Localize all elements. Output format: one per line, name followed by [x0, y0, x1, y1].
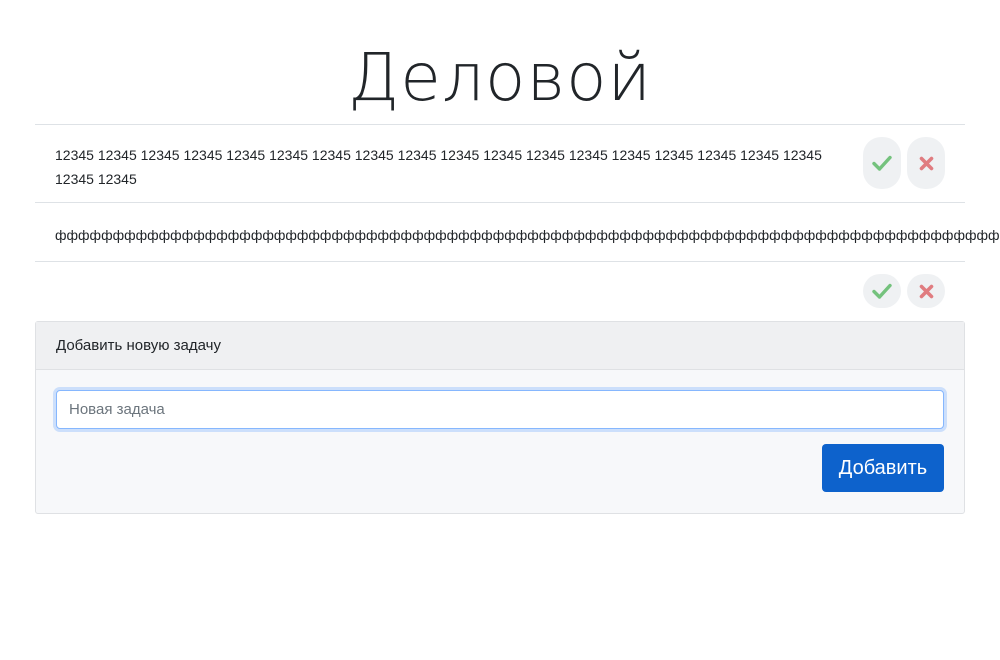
add-task-button[interactable]: Добавить — [822, 444, 944, 492]
task-actions — [863, 137, 945, 189]
page-title: Деловой — [348, 39, 652, 116]
list-item: 12345 12345 12345 12345 12345 12345 1234… — [35, 125, 965, 203]
delete-task-button[interactable] — [907, 137, 945, 189]
task-text: фффффффффффффффффффффффффффффффффффффффф… — [55, 227, 1000, 243]
add-task-card: Добавить новую задачу Добавить — [35, 321, 965, 514]
task-text: 12345 12345 12345 12345 12345 12345 1234… — [55, 147, 822, 187]
new-task-input[interactable] — [56, 390, 944, 429]
check-icon — [872, 155, 892, 171]
list-item: фффффффффффффффффффффффффффффффффффффффф… — [35, 203, 1000, 262]
complete-task-button[interactable] — [863, 274, 901, 308]
task-actions — [863, 274, 945, 308]
complete-task-button[interactable] — [863, 137, 901, 189]
add-task-header: Добавить новую задачу — [36, 322, 964, 370]
page-container: Деловой 12345 12345 12345 12345 12345 12… — [35, 0, 1000, 514]
close-icon — [919, 284, 933, 298]
close-icon — [919, 156, 933, 170]
check-icon — [872, 283, 892, 299]
delete-task-button[interactable] — [907, 274, 945, 308]
task-list: 12345 12345 12345 12345 12345 12345 1234… — [35, 124, 1000, 321]
list-item — [35, 262, 965, 321]
